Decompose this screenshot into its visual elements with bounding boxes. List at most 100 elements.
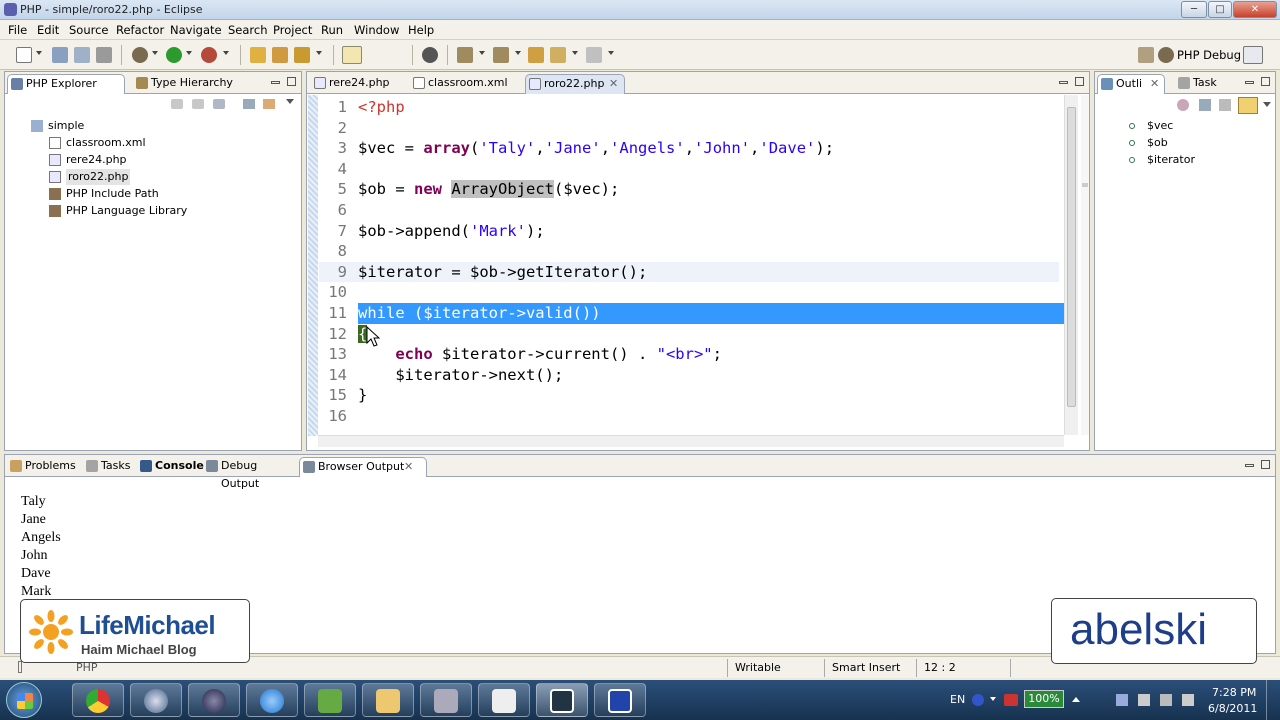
back-dropdown-arrow-icon[interactable] (572, 51, 578, 55)
vertical-scroll-thumb[interactable] (1067, 107, 1076, 407)
collapse-all-icon[interactable] (1199, 99, 1211, 111)
open-type-icon[interactable] (250, 47, 266, 63)
previous-annotation-icon[interactable] (493, 47, 509, 63)
minimize-button[interactable]: ─ (1181, 1, 1207, 18)
link-outline-icon[interactable] (1238, 97, 1258, 114)
tab-rere24-php[interactable]: rere24.php (311, 74, 407, 94)
menu-search[interactable]: Search (228, 23, 268, 37)
taskbar-editor[interactable] (304, 683, 356, 717)
save-all-icon[interactable] (74, 47, 90, 63)
code-line[interactable]: 10 (319, 282, 358, 303)
code-line[interactable]: 6 (319, 200, 358, 221)
last-edit-location-icon[interactable] (528, 47, 544, 63)
volume-icon[interactable] (1182, 694, 1194, 706)
network-icon[interactable] (1160, 694, 1172, 706)
forward-icon[interactable] (586, 47, 602, 63)
clock-date[interactable]: 6/8/2011 (1208, 702, 1257, 715)
print-icon[interactable] (96, 47, 112, 63)
outline-item-vec[interactable]: $vec (1129, 118, 1173, 134)
run-icon[interactable] (166, 47, 182, 63)
close-tab-icon[interactable]: ✕ (1150, 75, 1159, 93)
up-nav-icon[interactable] (213, 99, 225, 109)
hide-fields-icon[interactable] (1177, 99, 1189, 111)
menu-source[interactable]: Source (69, 23, 109, 37)
maximize-view-icon[interactable] (1075, 77, 1084, 86)
tray-app-icon[interactable] (1004, 694, 1018, 706)
php-perspective-icon[interactable] (1243, 46, 1263, 64)
taskbar-chrome[interactable] (72, 683, 124, 717)
task-icon[interactable] (342, 46, 362, 64)
action-center-icon[interactable] (1116, 694, 1128, 706)
tab-roro22-php[interactable]: roro22.php ✕ (525, 74, 625, 94)
taskbar-explorer[interactable] (362, 683, 414, 717)
tab-tasks[interactable]: Tasks (83, 457, 135, 477)
tab-php-explorer[interactable]: PHP Explorer (7, 74, 125, 94)
code-line[interactable]: 14 $iterator->next(); (319, 365, 563, 386)
taskbar-ie[interactable] (246, 683, 298, 717)
tab-task[interactable]: Task (1175, 74, 1229, 94)
close-window-button[interactable]: ✕ (1233, 1, 1277, 18)
code-line[interactable]: 4 (319, 159, 358, 180)
tab-classroom-xml[interactable]: classroom.xml (410, 74, 520, 94)
tab-problems[interactable]: Problems (7, 457, 81, 477)
debug-dropdown-arrow-icon[interactable] (152, 51, 158, 55)
back-icon[interactable] (550, 47, 566, 63)
forward-nav-icon[interactable] (192, 99, 204, 109)
start-button[interactable] (6, 682, 42, 718)
battery-indicator[interactable]: 100% (1024, 690, 1064, 708)
search-icon[interactable] (294, 47, 310, 63)
outline-item-ob[interactable]: $ob (1129, 135, 1168, 151)
tree-file-roro22-php[interactable]: roro22.php (49, 169, 131, 185)
menu-edit[interactable]: Edit (37, 23, 59, 37)
external-tools-dropdown-arrow-icon[interactable] (223, 51, 229, 55)
code-line[interactable]: 3 $vec = array('Taly','Jane','Angels','Jo… (319, 138, 834, 159)
external-tools-icon[interactable] (201, 47, 217, 63)
taskbar-remote[interactable] (594, 683, 646, 717)
view-menu-chevron-icon[interactable] (286, 99, 294, 104)
maximize-view-icon[interactable] (287, 77, 296, 86)
taskbar-notepad[interactable] (420, 683, 472, 717)
globe-icon[interactable] (422, 47, 438, 63)
code-line[interactable]: 8 (319, 241, 358, 262)
maximize-button[interactable]: □ (1208, 1, 1232, 18)
collapse-all-icon[interactable] (243, 99, 255, 109)
code-line[interactable]: 12{ (319, 324, 368, 345)
menu-help[interactable]: Help (408, 23, 434, 37)
tab-type-hierarchy[interactable]: Type Hierarchy (133, 74, 233, 94)
show-hidden-icons-icon[interactable] (1072, 697, 1080, 702)
language-indicator[interactable]: EN (950, 693, 965, 706)
outline-item-iterator[interactable]: $iterator (1129, 152, 1195, 168)
menu-project[interactable]: Project (273, 23, 312, 37)
tree-php-include-path[interactable]: PHP Include Path (49, 186, 159, 202)
menu-window[interactable]: Window (354, 23, 399, 37)
close-tab-icon[interactable]: ✕ (609, 75, 618, 93)
next-annotation-icon[interactable] (457, 47, 473, 63)
debug-bug-icon[interactable] (132, 47, 148, 63)
code-line[interactable]: 16 (319, 406, 358, 427)
php-debug-perspective-icon[interactable] (1158, 47, 1174, 63)
tree-project-simple[interactable]: simple (31, 118, 84, 134)
code-line[interactable]: 9 $iterator = $ob->getIterator(); (319, 261, 1059, 283)
php-debug-perspective-label[interactable]: PHP Debug (1177, 48, 1241, 62)
code-line[interactable]: 7 $ob->append('Mark'); (319, 221, 545, 242)
view-menu-chevron-icon[interactable] (1263, 102, 1271, 107)
next-annotation-dropdown-arrow-icon[interactable] (479, 51, 485, 55)
tab-console[interactable]: Console (137, 457, 204, 477)
tree-file-rere24-php[interactable]: rere24.php (49, 152, 127, 168)
open-perspective-icon[interactable] (1138, 47, 1154, 63)
tab-outline[interactable]: Outli ✕ (1097, 74, 1165, 94)
menu-refactor[interactable]: Refactor (116, 23, 164, 37)
code-line[interactable]: 15} (319, 385, 367, 406)
tree-php-language-library[interactable]: PHP Language Library (49, 203, 187, 219)
help-icon[interactable] (972, 694, 984, 706)
taskbar-media-player[interactable] (536, 683, 588, 717)
taskbar-safari[interactable] (130, 683, 182, 717)
fast-view-icon[interactable] (18, 661, 22, 673)
clock-time[interactable]: 7:28 PM (1212, 686, 1256, 699)
minimize-view-icon[interactable] (271, 81, 280, 84)
maximize-view-icon[interactable] (1261, 460, 1270, 469)
menu-navigate[interactable]: Navigate (170, 23, 222, 37)
tab-debug-output[interactable]: Debug Output (203, 457, 297, 490)
forward-dropdown-arrow-icon[interactable] (608, 51, 614, 55)
horizontal-scrollbar[interactable] (318, 435, 1064, 447)
